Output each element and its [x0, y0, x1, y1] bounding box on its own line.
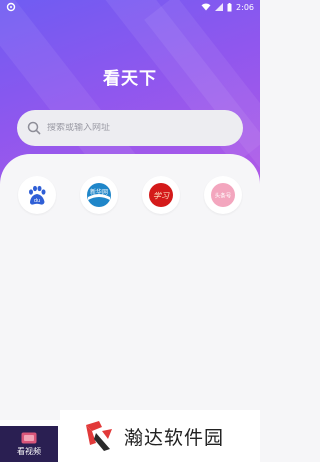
shortcut-xuexi[interactable]: 学习	[142, 176, 180, 214]
shortcut-baidu[interactable]: du	[18, 176, 56, 214]
watermark: 瀚达软件园	[60, 410, 260, 462]
battery-icon	[227, 2, 232, 11]
status-time: 2:06	[236, 2, 254, 12]
search-input[interactable]	[47, 123, 227, 133]
baidu-badge-text: du	[34, 198, 40, 204]
pink-badge-icon: 头条号	[211, 183, 235, 207]
xinhua-logo-icon: 新华网	[87, 183, 111, 207]
search-icon	[27, 121, 41, 135]
cell-signal-icon	[215, 3, 224, 11]
search-bar[interactable]	[17, 110, 243, 146]
wifi-icon	[201, 3, 211, 11]
app-notification-icon	[6, 2, 16, 12]
page-title: 看天下	[103, 69, 157, 89]
tab-video[interactable]: 看视频	[0, 426, 58, 462]
shortcut-pink[interactable]: 头条号	[204, 176, 242, 214]
watermark-logo-icon	[86, 421, 112, 451]
xinhua-badge-text: 新华网	[90, 188, 108, 196]
xuexi-logo-icon: 学习	[149, 183, 173, 207]
xuexi-badge-text: 学习	[153, 192, 170, 201]
status-bar: 2:06	[0, 0, 260, 14]
shortcut-xinhua[interactable]: 新华网	[80, 176, 118, 214]
baidu-paw-icon: du	[29, 185, 46, 205]
pink-badge-text: 头条号	[215, 192, 232, 200]
content-card: du 新华网 学习 头条号	[0, 154, 260, 420]
watermark-text: 瀚达软件园	[124, 426, 225, 449]
status-left	[6, 2, 16, 12]
tab-video-label: 看视频	[17, 446, 41, 456]
status-right: 2:06	[201, 2, 254, 12]
shortcut-grid: du 新华网 学习 头条号	[18, 176, 242, 214]
video-tab-icon	[21, 432, 37, 443]
